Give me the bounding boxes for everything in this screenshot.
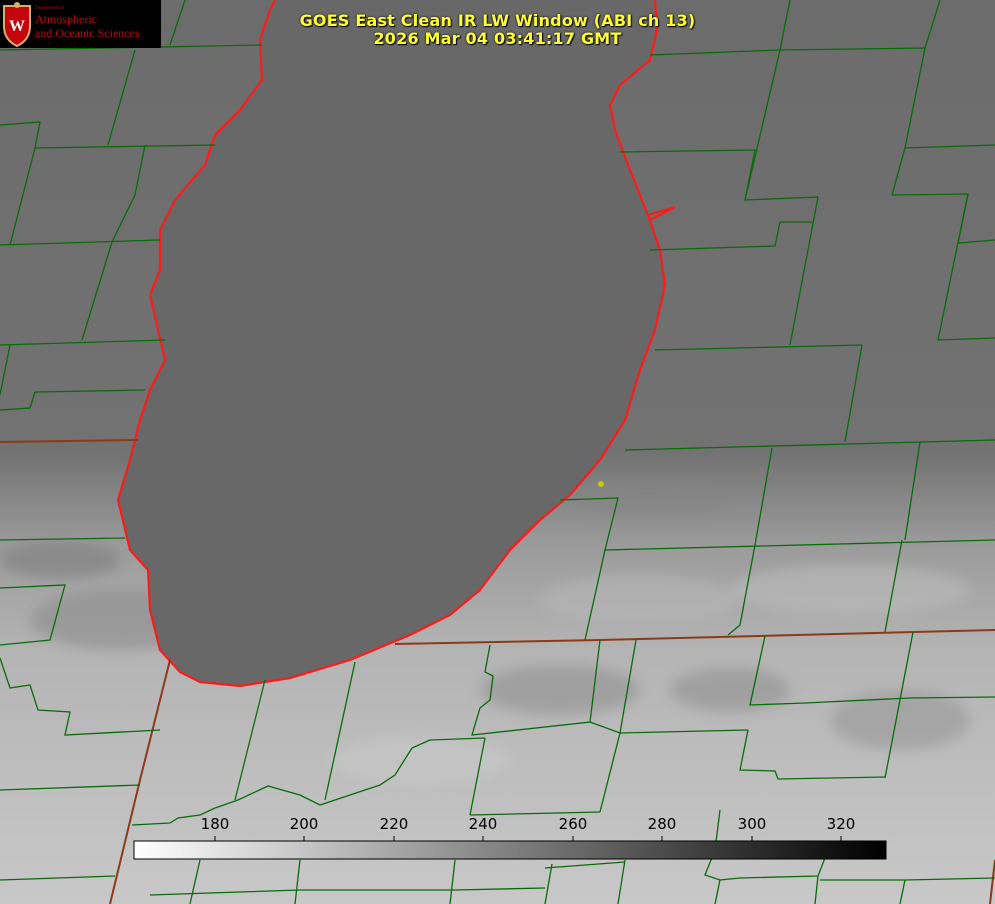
colorbar-tick-label: 260 (558, 815, 588, 833)
satellite-map (0, 0, 995, 904)
colorbar (133, 840, 887, 860)
logo-department: Department of (35, 6, 65, 11)
colorbar-tick-label: 200 (289, 815, 319, 833)
colorbar-tick-label: 220 (379, 815, 409, 833)
colorbar-tick-label: 180 (200, 815, 230, 833)
satellite-image-viewer: 180 200 220 240 260 280 300 320 GOES Eas… (0, 0, 995, 904)
logo-emblem-letter: W (9, 18, 25, 35)
colorbar-tick-label: 240 (468, 815, 498, 833)
aos-logo[interactable]: W Department of Atmospheric and Oceanic … (0, 0, 161, 48)
colorbar-tick-label: 300 (737, 815, 767, 833)
location-marker (598, 481, 604, 487)
logo-line1: Atmospheric (35, 12, 97, 26)
colorbar-tick-label: 280 (647, 815, 677, 833)
uw-crest-icon: W (3, 2, 31, 48)
colorbar-tick-label: 320 (826, 815, 856, 833)
logo-line2: and Oceanic Sciences (35, 26, 140, 40)
